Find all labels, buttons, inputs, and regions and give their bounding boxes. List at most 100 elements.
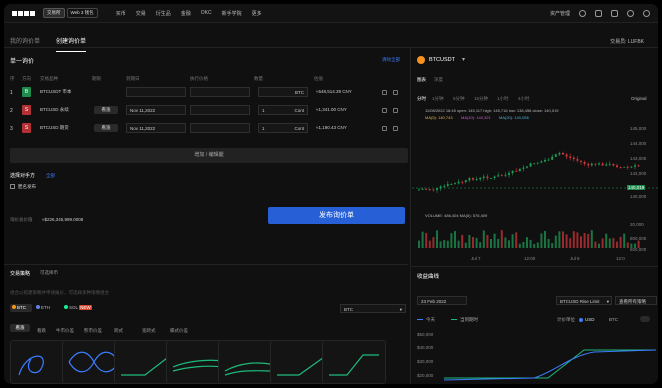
chart-symbol[interactable]: BTCUSDT <box>429 57 455 63</box>
quote-row-2: 2 S BTCUSD 永续 看涨 Nov 11,2022 1 Cont ≈1,34… <box>8 104 408 120</box>
side-sell-badge[interactable]: S <box>22 105 31 115</box>
panel-divider <box>410 48 411 384</box>
download-icon[interactable] <box>595 10 602 17</box>
tab-create-quote[interactable]: 创建询价单 <box>56 36 87 52</box>
ytick: 144,000 <box>630 141 647 146</box>
coin-btc[interactable]: BTC <box>10 304 32 312</box>
profit-curve-title: 收益曲线 <box>417 274 440 280</box>
qty-field[interactable]: 1 Cont <box>258 123 308 133</box>
nav-more[interactable]: 更多 <box>252 10 262 17</box>
strategy-type-bull-spread[interactable]: 牛市价差 <box>56 328 74 334</box>
counterparty-all-link[interactable]: 全部 <box>46 173 55 179</box>
interval-1m[interactable]: 1分钟 <box>432 96 444 102</box>
toggle-switch[interactable] <box>640 316 650 322</box>
link-icon[interactable] <box>382 126 387 131</box>
strategy-type-butterfly[interactable]: 蝶式价差 <box>170 328 188 334</box>
bell-icon[interactable] <box>611 10 618 17</box>
chevron-down-icon: ▾ <box>399 307 402 312</box>
interval-5m[interactable]: 5分钟 <box>453 96 465 102</box>
call-option-button[interactable]: 看涨 <box>94 124 118 132</box>
interval-4h[interactable]: 4小时 <box>518 96 530 102</box>
coin-sol[interactable]: SOL NEW <box>64 304 100 312</box>
nav-okc[interactable]: OKC <box>201 10 212 17</box>
user-icon[interactable] <box>579 10 586 17</box>
new-badge: NEW <box>79 305 92 310</box>
unit-btc[interactable]: BTC <box>609 317 618 322</box>
page-tabs: 我的询价单 创建询价单 交易员: LUFBK <box>4 24 658 52</box>
tab-my-quotes[interactable]: 我的询价单 <box>10 36 40 45</box>
clear-all-link[interactable]: 清除全部 <box>382 57 400 63</box>
coin-select[interactable]: BTC ▾ <box>340 304 406 313</box>
tab-strategy[interactable]: 交易策略 <box>10 270 30 277</box>
product-name[interactable]: BTCUSD 期货 <box>40 125 69 131</box>
tab-web3-wallet[interactable]: Web 3 钱包 <box>66 8 98 18</box>
delete-icon[interactable] <box>393 126 398 131</box>
nav-academy[interactable]: 新手学院 <box>222 10 242 17</box>
curve-ytick: $50,000 <box>417 332 434 337</box>
candlestick-chart[interactable] <box>412 120 658 250</box>
interval-time[interactable]: 分时 <box>417 96 426 102</box>
expiry-field[interactable] <box>126 87 186 97</box>
strategy-type-call[interactable]: 看涨 <box>10 324 30 332</box>
view-all-strategies-button[interactable]: 查看所有策略 <box>615 296 657 305</box>
expiry-field[interactable]: Nov 11,2022 <box>126 105 186 115</box>
nav-trade[interactable]: 交易 <box>136 10 146 17</box>
chevron-down-icon[interactable]: ▾ <box>462 56 465 63</box>
link-icon[interactable] <box>382 108 387 113</box>
strike-field[interactable] <box>190 123 250 133</box>
nav-derivatives[interactable]: 衍生品 <box>156 10 171 17</box>
delete-icon[interactable] <box>393 108 398 113</box>
unit-usd[interactable]: USD <box>585 317 595 322</box>
tab-selectable-coins[interactable]: 可选择币 <box>40 270 58 276</box>
trader-account[interactable]: 交易员: LUFBK <box>610 38 644 45</box>
row-index: 2 <box>10 108 13 114</box>
call-option-button[interactable]: 看涨 <box>94 106 118 114</box>
asset-management[interactable]: 资产管理 <box>550 10 570 17</box>
add-edit-legs-button[interactable]: 增加 / 编辑腿 <box>10 148 408 163</box>
ytick: 145,000 <box>630 126 647 131</box>
qty-field[interactable]: 1 Cont <box>258 105 308 115</box>
interval-15m[interactable]: 15分钟 <box>474 96 488 102</box>
strategy-card-7[interactable] <box>322 340 386 384</box>
qty-field[interactable]: BTC <box>258 87 308 97</box>
globe-icon[interactable] <box>643 10 650 17</box>
coin-eth[interactable]: ETH <box>36 304 58 312</box>
nav-finance[interactable]: 金融 <box>181 10 191 17</box>
row-value: ≈1,341.00 CNY <box>316 107 347 112</box>
strategy-type-put[interactable]: 看跌 <box>37 328 46 334</box>
product-name[interactable]: BTCUSDT 币本 <box>40 89 71 95</box>
strike-field[interactable] <box>190 105 250 115</box>
total-value: ≈$226,345,999.0008 <box>42 217 84 222</box>
side-sell-badge[interactable]: S <box>22 123 31 133</box>
strategy-type-bear-spread[interactable]: 熊市价差 <box>84 328 102 334</box>
tab-chart[interactable]: 图表 <box>417 77 426 83</box>
tab-depth[interactable]: 深度 <box>434 77 443 83</box>
xtick-2: Jul 8 <box>570 256 580 261</box>
ytick: 142,000 <box>630 171 647 176</box>
okx-logo[interactable] <box>12 10 35 16</box>
expiry-field[interactable]: Nov 11,2022 <box>126 123 186 133</box>
product-name[interactable]: BTCUSD 永续 <box>40 107 69 113</box>
link-icon[interactable] <box>382 90 387 95</box>
nav-buy-crypto[interactable]: 买币 <box>116 10 126 17</box>
help-icon[interactable] <box>627 10 634 17</box>
pair-select[interactable]: BTCUSD Rise Limit ▾ <box>556 296 612 305</box>
date-picker[interactable]: 23 Feb 2022 <box>417 296 467 305</box>
curve-ytick: $30,000 <box>417 359 434 364</box>
strategy-type-strangle[interactable]: 宽跨式 <box>142 328 156 334</box>
post-quote-button[interactable]: 发布询价单 <box>268 207 405 224</box>
strike-field[interactable] <box>190 87 250 97</box>
curve-ytick: $20,000 <box>417 373 434 378</box>
side-buy-badge[interactable]: B <box>22 87 31 97</box>
original-toggle[interactable]: Original <box>631 96 647 101</box>
delete-icon[interactable] <box>393 90 398 95</box>
strategy-type-straddle[interactable]: 跨式 <box>114 328 123 334</box>
interval-1h[interactable]: 1小时 <box>497 96 509 102</box>
anonymous-checkbox[interactable] <box>10 184 15 189</box>
counterparty-title: 选择对手方 <box>10 173 36 179</box>
col-expiry: 到期日 <box>126 76 140 81</box>
curve-ytick: $40,000 <box>417 345 434 350</box>
tab-exchange[interactable]: 交易所 <box>43 8 65 18</box>
profit-curve-plot[interactable] <box>444 328 656 384</box>
ytick: 143,000 <box>630 156 647 161</box>
